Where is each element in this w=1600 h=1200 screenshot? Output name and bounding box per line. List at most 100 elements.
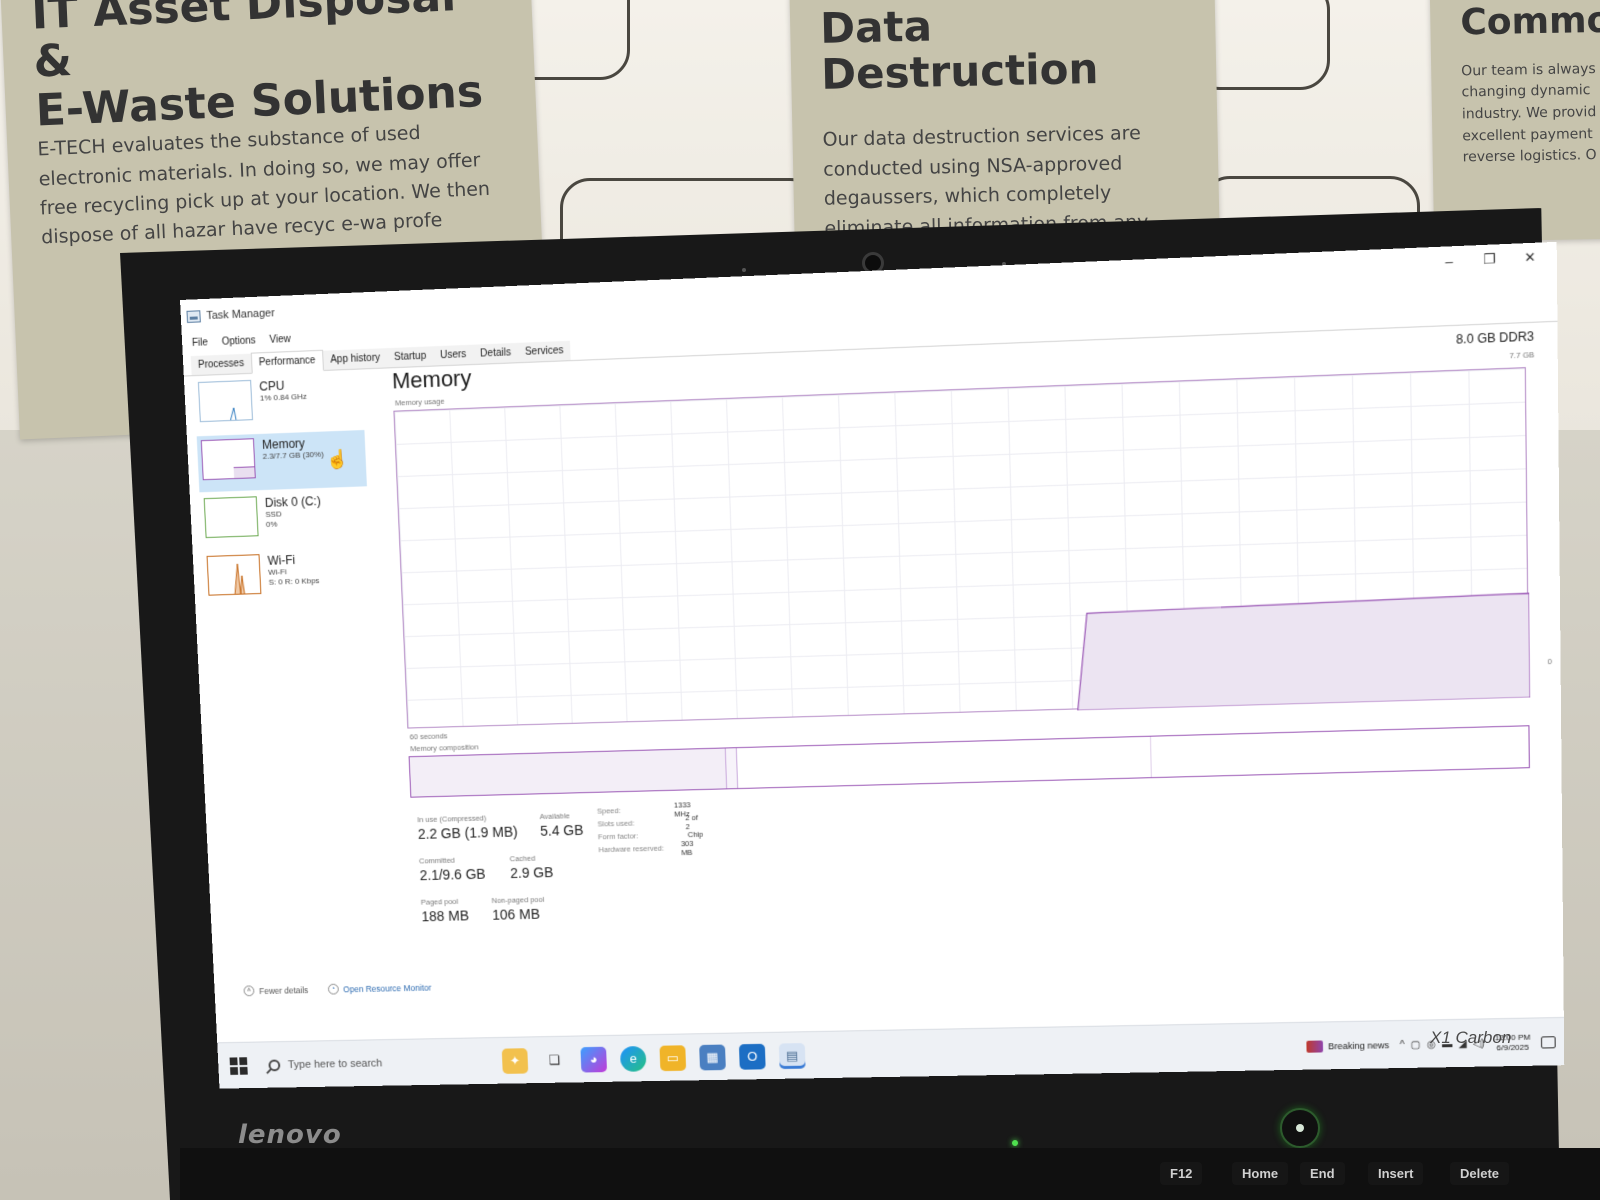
key-home: Home [1232, 1162, 1289, 1185]
spec-key: Form factor: [597, 831, 639, 842]
menu-options[interactable]: Options [221, 335, 256, 347]
store-icon[interactable]: ▦ [699, 1044, 726, 1070]
performance-sidebar: CPU 1% 0.84 GHz Memory 2.3/7.7 GB (30%) … [184, 369, 398, 969]
taskbar-search[interactable]: Type here to search [258, 1045, 493, 1080]
disk-thumbnail-graph [203, 496, 259, 539]
stat-non-paged-pool: Non-paged pool 106 MB [491, 895, 545, 923]
minimize-button[interactable]: – [1429, 246, 1470, 277]
news-icon [1306, 1040, 1324, 1053]
cpu-thumbnail-graph [197, 379, 254, 423]
menu-view[interactable]: View [269, 333, 291, 345]
stat-label: Non-paged pool [491, 894, 545, 906]
power-button-icon [1280, 1108, 1320, 1148]
composition-standby [737, 736, 1152, 789]
wifi-thumbnail-graph [206, 554, 262, 596]
sidebar-item-detail: 1% 0.84 GHz [259, 391, 308, 403]
sidebar-item-label: Disk 0 (C:) [264, 493, 322, 510]
tab-app-history[interactable]: App history [322, 348, 388, 370]
search-placeholder: Type here to search [287, 1057, 383, 1071]
poster-body: Our team is always changing dynamic indu… [1461, 60, 1597, 166]
laptop-screen: Task Manager – ❐ ✕ File Options View Pro… [180, 241, 1565, 1089]
sidebar-item-detail: 2.3/7.7 GB (30%) [262, 449, 324, 461]
tab-users[interactable]: Users [432, 344, 474, 366]
memory-composition-label: Memory composition [410, 742, 479, 754]
stat-committed: Committed 2.1/9.6 GB [419, 855, 486, 883]
file-explorer-icon[interactable]: ▭ [659, 1044, 687, 1071]
display-icon[interactable]: ▢ [1411, 1039, 1421, 1050]
fewer-details-label: Fewer details [258, 984, 309, 996]
notification-icon[interactable] [1540, 1036, 1556, 1049]
tab-services[interactable]: Services [517, 340, 571, 363]
poster-body: Our data destruction services are conduc… [822, 122, 1148, 235]
sidebar-item-disk[interactable]: Disk 0 (C:) SSD 0% [200, 488, 370, 550]
stat-value: 106 MB [491, 905, 541, 923]
chart-max-label: 7.7 GB [1509, 350, 1535, 361]
hand-cursor-icon: ☝ [325, 448, 349, 470]
task-manager-taskbar-icon[interactable]: ▤ [778, 1042, 806, 1069]
stat-value: 5.4 GB [539, 821, 584, 839]
windows-logo-icon [229, 1056, 238, 1065]
outlook-icon[interactable]: O [738, 1043, 766, 1070]
tab-details[interactable]: Details [472, 342, 519, 364]
tab-startup[interactable]: Startup [386, 346, 434, 368]
widgets-icon[interactable]: ✦ [501, 1047, 529, 1074]
stat-available: Available 5.4 GB [539, 811, 584, 839]
copilot-icon[interactable]: ◕ [580, 1046, 608, 1073]
stat-label: In use (Compressed) [417, 813, 487, 825]
memory-thumbnail-graph [200, 438, 256, 481]
memory-usage-area [1075, 593, 1531, 710]
memory-type-label: 8.0 GB DDR3 [1455, 329, 1535, 347]
start-button[interactable] [217, 1042, 260, 1089]
key-end: End [1300, 1162, 1345, 1185]
stat-paged-pool: Paged pool 188 MB [421, 897, 470, 925]
open-resource-monitor-link[interactable]: ◔ Open Resource Monitor [327, 982, 431, 995]
wifi-sparkline [208, 555, 262, 596]
close-button[interactable]: ✕ [1510, 242, 1551, 273]
stat-label: Committed [418, 855, 455, 866]
tab-performance[interactable]: Performance [250, 349, 324, 374]
menu-file[interactable]: File [192, 337, 208, 349]
memory-spec-table: Speed: 1333 MHz Slots used: 2 of 2 Form … [596, 800, 705, 857]
power-led [1012, 1140, 1018, 1146]
spec-value: 303 MB [680, 838, 694, 857]
task-manager-footer: ˄ Fewer details ◔ Open Resource Monitor [243, 982, 431, 997]
resource-monitor-icon: ◔ [327, 983, 339, 995]
key-delete: Delete [1450, 1162, 1510, 1185]
stat-value: 188 MB [421, 907, 470, 925]
open-resource-monitor-label: Open Resource Monitor [342, 982, 432, 994]
memory-usage-chart [393, 367, 1531, 729]
maximize-button[interactable]: ❐ [1469, 244, 1510, 275]
news-label: Breaking news [1328, 1040, 1390, 1052]
sidebar-item-detail: 0% [265, 519, 278, 529]
sidebar-item-memory[interactable]: Memory 2.3/7.7 GB (30%) ☝ [196, 429, 367, 493]
memory-composition-bar [408, 725, 1530, 798]
spec-key: Speed: [596, 806, 621, 816]
stat-label: Available [539, 811, 570, 822]
sidebar-item-wifi[interactable]: Wi-Fi Wi-Fi S: 0 R: 0 Kbps [202, 546, 372, 607]
sidebar-item-detail: S: 0 R: 0 Kbps [268, 576, 320, 587]
memory-thumbnail-fill [233, 465, 255, 479]
model-label: X1 Carbon [1430, 1028, 1512, 1047]
window-controls: – ❐ ✕ [1429, 242, 1551, 277]
edge-icon[interactable]: e [619, 1045, 647, 1072]
tab-processes[interactable]: Processes [190, 353, 252, 376]
stat-value: 2.2 GB (1.9 MB) [417, 823, 518, 842]
stat-in-use: In use (Compressed) 2.2 GB (1.9 MB) [417, 813, 518, 842]
chevron-up-icon[interactable]: ^ [1400, 1039, 1405, 1050]
fewer-details-link[interactable]: ˄ Fewer details [243, 984, 309, 997]
composition-free [1151, 726, 1529, 777]
stat-label: Cached [509, 853, 536, 864]
task-view-icon[interactable]: ❏ [541, 1047, 568, 1073]
spec-row-hardware-reserved: Hardware reserved: 303 MB [598, 838, 705, 857]
search-icon [268, 1059, 281, 1071]
poster-data-destruction: Data Destruction Our data destruction se… [789, 0, 1220, 235]
lenovo-logo: lenovo [238, 1120, 342, 1150]
news-widget[interactable]: Breaking news [1306, 1039, 1390, 1053]
chevron-up-icon: ˄ [243, 985, 255, 997]
stat-value: 2.1/9.6 GB [419, 865, 486, 884]
chart-time-label: 60 seconds [409, 731, 448, 742]
memory-usage-plot [394, 368, 1531, 729]
composition-in-use [409, 748, 728, 797]
sensor-dot [742, 268, 746, 272]
sidebar-item-cpu[interactable]: CPU 1% 0.84 GHz [194, 371, 365, 434]
